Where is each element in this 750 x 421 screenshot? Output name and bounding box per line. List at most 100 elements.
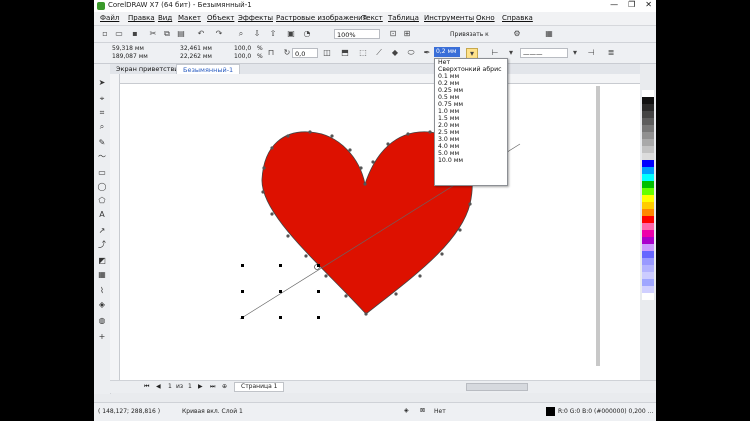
object-width[interactable]: 32,461 мм — [180, 45, 212, 53]
shape-tool-icon[interactable]: ⌖ — [97, 94, 107, 104]
menu-effects[interactable]: Эффекты — [238, 14, 273, 22]
smart-fill-icon[interactable]: ◍ — [97, 316, 107, 326]
outline-width-option[interactable]: 5.0 мм — [435, 150, 507, 157]
outline-width-option[interactable]: 10.0 мм — [435, 157, 507, 164]
artistic-media-icon[interactable]: 〜 — [97, 152, 107, 162]
export-icon[interactable]: ⇧ — [268, 29, 278, 39]
mirror-v-icon[interactable]: ⬒ — [340, 48, 350, 58]
new-document-icon[interactable]: ▫ — [100, 29, 110, 39]
palette-swatch[interactable] — [642, 153, 654, 160]
scale-height[interactable]: 100,0 — [234, 53, 251, 61]
add-page-icon[interactable]: ⊕ — [222, 383, 227, 391]
add-tool-icon[interactable]: + — [97, 332, 107, 342]
paste-icon[interactable]: ▤ — [176, 29, 186, 39]
palette-swatch[interactable] — [642, 209, 654, 216]
menu-tools[interactable]: Инструменты — [424, 14, 474, 22]
line-style-select[interactable]: ——— — [520, 48, 568, 58]
palette-swatch[interactable] — [642, 97, 654, 104]
palette-swatch[interactable] — [642, 125, 654, 132]
pick-tool-icon[interactable]: ➤ — [97, 78, 107, 88]
start-arrowhead-select[interactable]: ⊢ — [490, 48, 500, 58]
node-type-icon[interactable]: ⬚ — [358, 48, 368, 58]
outline-width-option[interactable]: 0.5 мм — [435, 94, 507, 101]
palette-swatch[interactable] — [642, 251, 654, 258]
crop-tool-icon[interactable]: ⌗ — [97, 108, 107, 118]
palette-swatch[interactable] — [642, 188, 654, 195]
workspace-icon[interactable]: ▦ — [544, 29, 554, 39]
palette-swatch[interactable] — [642, 174, 654, 181]
outline-width-option[interactable]: Нет — [435, 59, 507, 66]
undo-icon[interactable]: ↶ — [196, 29, 206, 39]
curve-segment-icon[interactable]: ⟋ — [374, 48, 384, 58]
outline-width-option[interactable]: 0.75 мм — [435, 101, 507, 108]
palette-swatch[interactable] — [642, 237, 654, 244]
rectangle-tool-icon[interactable]: ▭ — [97, 168, 107, 178]
palette-swatch[interactable] — [642, 160, 654, 167]
outline-width-option[interactable]: 2.0 мм — [435, 122, 507, 129]
palette-swatch[interactable] — [642, 216, 654, 223]
full-screen-icon[interactable]: ⊡ — [388, 29, 398, 39]
save-icon[interactable]: ▪ — [130, 29, 140, 39]
x-position[interactable]: 59,318 мм — [112, 45, 144, 53]
outline-width-option[interactable]: 0.2 мм — [435, 80, 507, 87]
palette-swatch[interactable] — [642, 104, 654, 111]
outline-width-option[interactable]: 3.0 мм — [435, 136, 507, 143]
palette-swatch[interactable] — [642, 139, 654, 146]
outline-width-field[interactable]: 0,2 мм — [434, 47, 460, 57]
outline-width-option[interactable]: 4.0 мм — [435, 143, 507, 150]
first-page-icon[interactable]: ⏮ — [144, 383, 149, 391]
drop-shadow-icon[interactable]: ◩ — [97, 256, 107, 266]
close-curve-icon[interactable]: ⬭ — [406, 48, 416, 58]
pdf-icon[interactable]: ▣ — [286, 29, 296, 39]
menu-object[interactable]: Объект — [207, 14, 234, 22]
menu-window[interactable]: Окно — [476, 14, 495, 22]
palette-swatch[interactable] — [642, 167, 654, 174]
palette-swatch[interactable] — [642, 244, 654, 251]
outline-width-option[interactable]: 1.0 мм — [435, 108, 507, 115]
scale-width[interactable]: 100,0 — [234, 45, 251, 53]
rotate-icon[interactable]: ↻ — [282, 48, 292, 58]
palette-swatch[interactable] — [642, 111, 654, 118]
connector-tool-icon[interactable]: ⤴ — [97, 240, 107, 250]
palette-swatch[interactable] — [642, 293, 654, 300]
palette-swatch[interactable] — [642, 132, 654, 139]
palette-swatch[interactable] — [642, 223, 654, 230]
menu-layout[interactable]: Макет — [178, 14, 201, 22]
palette-swatch[interactable] — [642, 195, 654, 202]
zoom-tool-icon[interactable]: ⌕ — [97, 122, 107, 132]
drawing-canvas[interactable] — [120, 84, 640, 380]
last-page-icon[interactable]: ⏭ — [210, 383, 215, 391]
zoom-select[interactable]: 100% — [334, 29, 380, 39]
menu-file[interactable]: Файл — [100, 14, 119, 22]
smooth-node-icon[interactable]: ◆ — [390, 48, 400, 58]
palette-swatch[interactable] — [642, 265, 654, 272]
app-launcher-icon[interactable]: ◔ — [302, 29, 312, 39]
transparency-icon[interactable]: ▦ — [97, 270, 107, 280]
text-tool-icon[interactable]: A — [97, 210, 107, 220]
options-icon[interactable]: ⚙ — [512, 29, 522, 39]
mirror-h-icon[interactable]: ◫ — [322, 48, 332, 58]
palette-swatch[interactable] — [642, 90, 654, 97]
palette-swatch[interactable] — [642, 286, 654, 293]
lock-ratio-icon[interactable]: ⊓ — [266, 48, 276, 58]
line-style-dropdown-icon[interactable]: ▾ — [570, 48, 580, 58]
cut-icon[interactable]: ✂ — [148, 29, 158, 39]
palette-swatch[interactable] — [642, 272, 654, 279]
prev-page-icon[interactable]: ◀ — [156, 383, 161, 391]
text-wrap-icon[interactable]: ≣ — [606, 48, 616, 58]
rotation-angle[interactable]: 0,0 — [292, 48, 318, 58]
open-icon[interactable]: ▭ — [114, 29, 124, 39]
copy-icon[interactable]: ⧉ — [162, 29, 172, 39]
end-arrowhead-select[interactable]: ⊣ — [586, 48, 596, 58]
palette-swatch[interactable] — [642, 230, 654, 237]
menu-help[interactable]: Справка — [502, 14, 533, 22]
interactive-fill-icon[interactable]: ◈ — [97, 300, 107, 310]
y-position[interactable]: 189,087 мм — [112, 53, 148, 61]
palette-swatch[interactable] — [642, 146, 654, 153]
polygon-tool-icon[interactable]: ⬠ — [97, 196, 107, 206]
outline-width-option[interactable]: 1.5 мм — [435, 115, 507, 122]
palette-swatch[interactable] — [642, 202, 654, 209]
color-eyedropper-icon[interactable]: ⌇ — [97, 286, 107, 296]
menu-table[interactable]: Таблица — [388, 14, 419, 22]
arrowhead-dropdown-icon[interactable]: ▾ — [506, 48, 516, 58]
